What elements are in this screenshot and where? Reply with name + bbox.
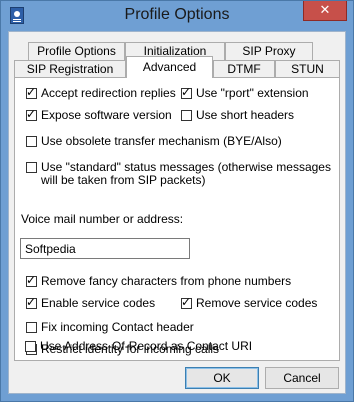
expose-version-label: Expose software version: [41, 108, 172, 122]
short-headers-checkbox[interactable]: [181, 110, 192, 121]
check-icon: ✓: [26, 107, 37, 121]
close-button[interactable]: ✕: [303, 1, 347, 21]
use-aor-checkbox[interactable]: [25, 341, 36, 352]
use-rport-label: Use "rport" extension: [196, 86, 309, 100]
use-aor-label: Use Address-Of-Record as Contact URI: [40, 339, 253, 353]
remove-fancy-checkbox[interactable]: ✓: [26, 273, 37, 287]
advanced-tab-panel: ✓ Accept redirection replies ✓ Use "rpor…: [14, 77, 340, 361]
fix-contact-checkbox[interactable]: [26, 322, 37, 333]
standard-status-label: Use "standard" status messages (otherwis…: [41, 160, 331, 187]
tab-sip-proxy[interactable]: SIP Proxy: [225, 42, 313, 60]
fix-contact-label: Fix incoming Contact header: [41, 320, 194, 334]
profile-options-window: Profile Options ✕ Profile Options Initia…: [0, 0, 354, 402]
close-icon: ✕: [319, 2, 331, 17]
remove-fancy-label: Remove fancy characters from phone numbe…: [41, 274, 292, 288]
short-headers-label: Use short headers: [196, 108, 295, 122]
obsolete-transfer-label: Use obsolete transfer mechanism (BYE/Als…: [41, 134, 282, 148]
title-bar[interactable]: Profile Options ✕: [1, 1, 353, 31]
accept-redirection-label: Accept redirection replies: [41, 86, 176, 100]
dialog-client-area: Profile Options Initialization SIP Proxy…: [8, 31, 346, 394]
cancel-button[interactable]: Cancel: [265, 367, 339, 389]
accept-redirection-checkbox[interactable]: ✓: [26, 85, 37, 99]
tab-sip-registration[interactable]: SIP Registration: [14, 60, 126, 78]
expose-version-checkbox[interactable]: ✓: [26, 107, 37, 121]
check-icon: ✓: [26, 273, 37, 287]
enable-codes-checkbox[interactable]: ✓: [26, 295, 37, 309]
check-icon: ✓: [26, 295, 37, 309]
voicemail-label: Voice mail number or address:: [21, 212, 184, 226]
tab-dtmf[interactable]: DTMF: [213, 60, 275, 78]
check-icon: ✓: [181, 85, 192, 99]
standard-status-checkbox[interactable]: [26, 162, 37, 173]
obsolete-transfer-checkbox[interactable]: [26, 136, 37, 147]
tab-profile-options[interactable]: Profile Options: [28, 42, 125, 60]
tab-stun[interactable]: STUN: [275, 60, 340, 78]
use-rport-checkbox[interactable]: ✓: [181, 85, 192, 99]
check-icon: ✓: [26, 85, 37, 99]
remove-codes-label: Remove service codes: [196, 296, 318, 310]
enable-codes-label: Enable service codes: [41, 296, 156, 310]
voicemail-input[interactable]: [20, 238, 190, 259]
remove-codes-checkbox[interactable]: ✓: [181, 295, 192, 309]
tab-advanced[interactable]: Advanced: [126, 56, 213, 78]
ok-button[interactable]: OK: [185, 367, 259, 389]
window-title: Profile Options: [124, 6, 230, 23]
check-icon: ✓: [181, 295, 192, 309]
